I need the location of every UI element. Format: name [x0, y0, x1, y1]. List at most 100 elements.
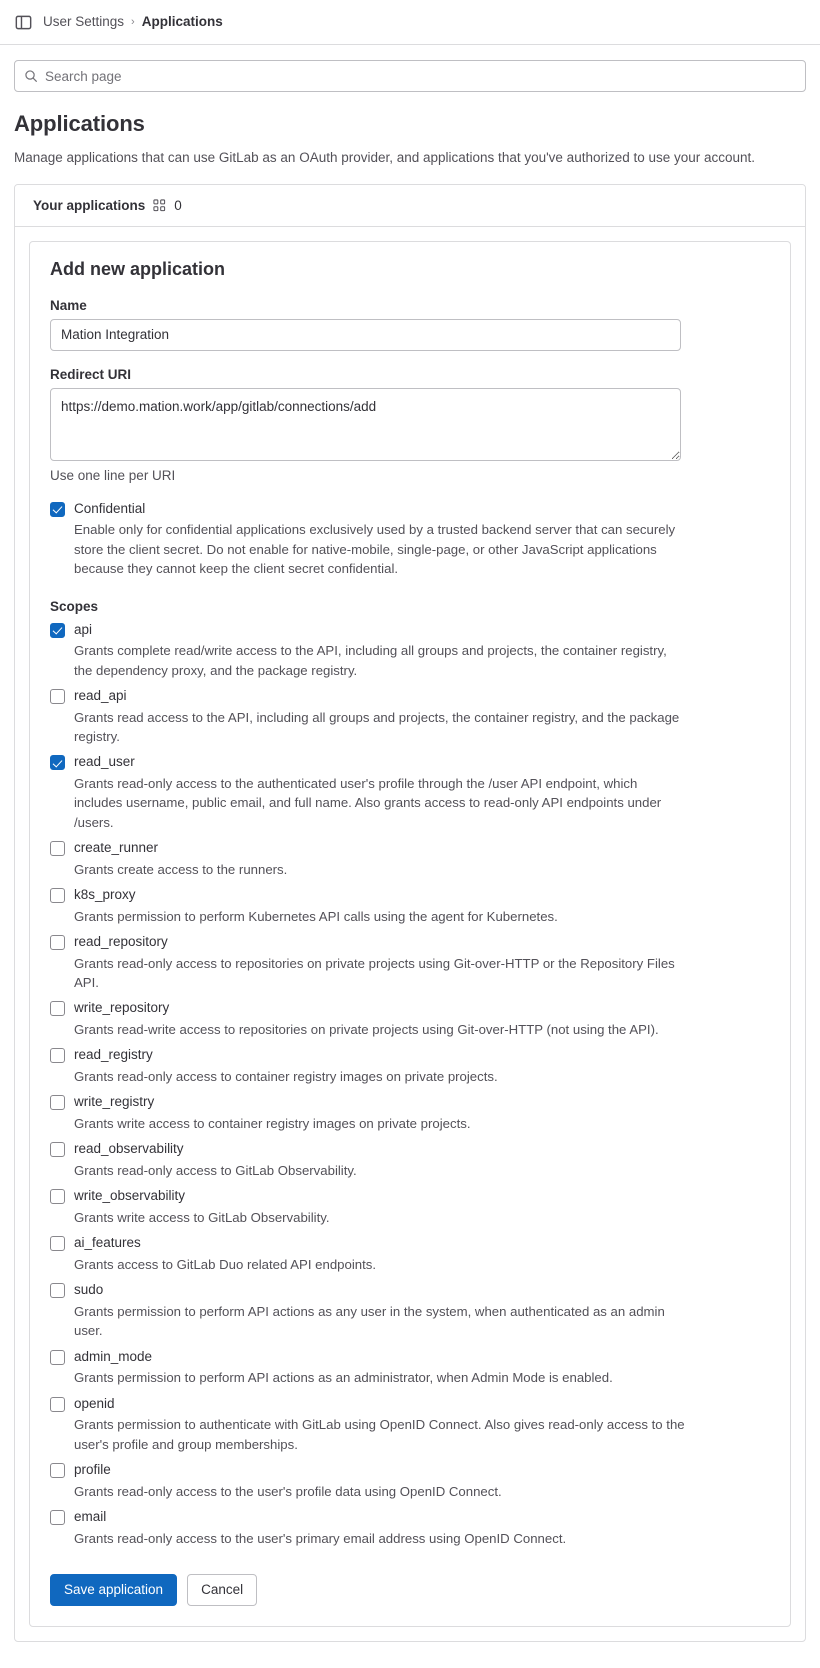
page-title: Applications [14, 111, 145, 136]
applications-grid-icon [153, 199, 166, 212]
scope-checkbox-openid[interactable] [50, 1396, 65, 1412]
scope-row[interactable]: sudo Grants permission to perform API act… [50, 1280, 770, 1340]
scope-row[interactable]: create_runner Grants create access to the… [50, 838, 770, 879]
scope-checkbox-admin_mode[interactable] [50, 1349, 65, 1365]
confidential-checkbox[interactable] [50, 501, 65, 517]
scope-row[interactable]: openid Grants permission to authenticate … [50, 1394, 770, 1454]
scope-row[interactable]: read_user Grants read-only access to the … [50, 752, 770, 832]
scope-description-sudo: Grants permission to perform API actions… [74, 1303, 665, 1339]
page-header: Applications Manage applications that ca… [0, 92, 820, 168]
scope-description-read_user: Grants read-only access to the authentic… [74, 775, 662, 830]
scope-description-openid: Grants permission to authenticate with G… [74, 1417, 685, 1452]
scope-checkbox-ai_features[interactable] [50, 1236, 65, 1252]
breadcrumb-separator-icon: › [131, 15, 135, 28]
scope-label-write_registry[interactable]: write_registry [74, 1092, 770, 1112]
scope-checkbox-email[interactable] [50, 1509, 65, 1525]
scope-description-ai_features: Grants access to GitLab Duo related API … [74, 1256, 377, 1272]
scopes-label: Scopes [50, 598, 99, 614]
scope-row[interactable]: write_registry Grants write access to con… [50, 1092, 770, 1133]
scope-checkbox-profile[interactable] [50, 1462, 65, 1478]
scope-description-email: Grants read-only access to the user's pr… [74, 1530, 567, 1546]
form-actions: Save application Cancel [50, 1573, 770, 1606]
card-header-label: Your applications [33, 197, 146, 213]
scope-checkbox-read_repository[interactable] [50, 935, 65, 951]
page-description: Manage applications that can use GitLab … [14, 149, 756, 165]
your-applications-card: Your applications 0 Add new application … [14, 183, 806, 1642]
scope-label-api[interactable]: api [74, 620, 770, 640]
breadcrumb: User Settings › Applications [43, 15, 223, 29]
add-new-application-form: Add new application Name Redirect URI ht… [29, 240, 791, 1627]
scope-row[interactable]: email Grants read-only access to the user… [50, 1507, 770, 1548]
scope-description-write_observability: Grants write access to GitLab Observabil… [74, 1209, 330, 1225]
scope-label-write_repository[interactable]: write_repository [74, 998, 770, 1018]
scope-row[interactable]: api Grants complete read/write access to … [50, 620, 770, 680]
breadcrumb-bar: User Settings › Applications [0, 0, 820, 45]
scope-row[interactable]: read_api Grants read access to the API, i… [50, 686, 770, 746]
scope-row[interactable]: admin_mode Grants permission to perform A… [50, 1347, 770, 1388]
scopes-section: Scopes api Grants complete read/write acc… [50, 599, 770, 1548]
scope-checkbox-create_runner[interactable] [50, 841, 65, 857]
cancel-button[interactable]: Cancel [187, 1573, 258, 1606]
scope-row[interactable]: read_observability Grants read-only acces… [50, 1139, 770, 1180]
scope-checkbox-api[interactable] [50, 622, 65, 638]
scope-label-write_observability[interactable]: write_observability [74, 1186, 770, 1206]
scope-row[interactable]: read_registry Grants read-only access to … [50, 1045, 770, 1086]
scope-checkbox-write_observability[interactable] [50, 1189, 65, 1205]
scope-checkbox-read_registry[interactable] [50, 1048, 65, 1064]
scope-label-read_repository[interactable]: read_repository [74, 932, 770, 952]
scope-row[interactable]: ai_features Grants access to GitLab Duo r… [50, 1233, 770, 1274]
scope-label-read_api[interactable]: read_api [74, 686, 770, 706]
scope-checkbox-read_observability[interactable] [50, 1142, 65, 1158]
scope-label-openid[interactable]: openid [74, 1394, 770, 1414]
name-input[interactable] [50, 318, 681, 351]
scope-row[interactable]: write_observability Grants write access t… [50, 1186, 770, 1227]
sidebar-panel-icon[interactable] [14, 13, 33, 32]
name-field-group: Name [50, 298, 770, 351]
scope-checkbox-sudo[interactable] [50, 1283, 65, 1299]
scope-description-read_api: Grants read access to the API, including… [74, 709, 680, 744]
scope-label-sudo[interactable]: sudo [74, 1280, 770, 1300]
applications-count: 0 [174, 197, 182, 213]
scope-label-read_registry[interactable]: read_registry [74, 1045, 770, 1065]
search-input[interactable] [45, 68, 796, 84]
scope-checkbox-k8s_proxy[interactable] [50, 888, 65, 904]
scope-label-profile[interactable]: profile [74, 1460, 770, 1480]
scope-label-admin_mode[interactable]: admin_mode [74, 1347, 770, 1367]
scope-checkbox-write_registry[interactable] [50, 1095, 65, 1111]
scope-description-write_repository: Grants read-write access to repositories… [74, 1022, 659, 1038]
scope-label-k8s_proxy[interactable]: k8s_proxy [74, 885, 770, 905]
scope-description-profile: Grants read-only access to the user's pr… [74, 1483, 502, 1499]
scopes-list: api Grants complete read/write access to … [50, 620, 770, 1548]
scope-description-admin_mode: Grants permission to perform API actions… [74, 1370, 613, 1386]
scope-label-read_observability[interactable]: read_observability [74, 1139, 770, 1159]
save-application-button[interactable]: Save application [50, 1573, 178, 1606]
confidential-label[interactable]: Confidential [74, 499, 770, 519]
scope-row[interactable]: profile Grants read-only access to the us… [50, 1460, 770, 1501]
scope-description-read_registry: Grants read-only access to container reg… [74, 1068, 498, 1084]
scope-label-create_runner[interactable]: create_runner [74, 838, 770, 858]
scope-checkbox-read_user[interactable] [50, 755, 65, 771]
confidential-description: Enable only for confidential application… [74, 522, 676, 577]
scope-description-k8s_proxy: Grants permission to perform Kubernetes … [74, 908, 558, 924]
redirect-uri-textarea[interactable]: https://demo.mation.work/app/gitlab/conn… [50, 387, 681, 461]
search-box[interactable] [14, 60, 806, 92]
scope-label-email[interactable]: email [74, 1507, 770, 1527]
scope-checkbox-read_api[interactable] [50, 688, 65, 704]
search-section [0, 45, 820, 92]
scope-row[interactable]: k8s_proxy Grants permission to perform Ku… [50, 885, 770, 926]
scope-description-write_registry: Grants write access to container registr… [74, 1115, 471, 1131]
confidential-checkbox-row[interactable]: Confidential Enable only for confidentia… [50, 499, 770, 579]
scope-row[interactable]: read_repository Grants read-only access t… [50, 932, 770, 992]
scope-label-ai_features[interactable]: ai_features [74, 1233, 770, 1253]
card-header: Your applications 0 [15, 184, 805, 227]
scope-checkbox-write_repository[interactable] [50, 1001, 65, 1017]
scope-label-read_user[interactable]: read_user [74, 752, 770, 772]
breadcrumb-item-user-settings[interactable]: User Settings [43, 15, 124, 29]
scope-description-read_observability: Grants read-only access to GitLab Observ… [74, 1162, 357, 1178]
scope-row[interactable]: write_repository Grants read-write access… [50, 998, 770, 1039]
scope-description-api: Grants complete read/write access to the… [74, 643, 667, 678]
card-body: Add new application Name Redirect URI ht… [15, 227, 805, 1641]
breadcrumb-item-applications[interactable]: Applications [142, 15, 223, 29]
redirect-uri-label: Redirect URI [50, 366, 132, 382]
redirect-uri-field-group: Redirect URI https://demo.mation.work/ap… [50, 367, 770, 483]
